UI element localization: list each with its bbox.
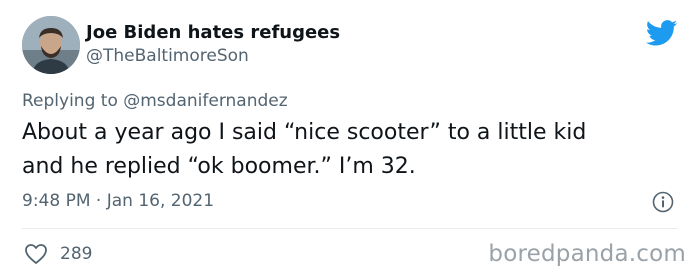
user-handle[interactable]: @TheBaltimoreSon [86, 45, 249, 67]
heart-icon[interactable] [24, 243, 48, 265]
twitter-bird-icon[interactable] [645, 20, 678, 46]
avatar[interactable] [22, 16, 80, 74]
tweet-text: About a year ago I said “nice scooter” t… [22, 116, 672, 184]
tweet-card: Joe Biden hates refugees @TheBaltimoreSo… [0, 0, 700, 280]
like-count: 289 [60, 244, 93, 264]
divider [22, 228, 678, 229]
replying-to: Replying to @msdanifernandez [22, 90, 288, 112]
tweet-timestamp[interactable]: 9:48 PM · Jan 16, 2021 [22, 190, 214, 212]
info-icon[interactable] [652, 191, 674, 213]
replying-prefix: Replying to [22, 91, 118, 111]
replying-mention-link[interactable]: @msdanifernandez [123, 91, 287, 111]
watermark: boredpanda.com [488, 241, 686, 267]
tweet-text-line: and he replied “ok boomer.” I’m 32. [22, 154, 416, 179]
display-name[interactable]: Joe Biden hates refugees [86, 22, 340, 44]
tweet-text-line: About a year ago I said “nice scooter” t… [22, 120, 587, 145]
